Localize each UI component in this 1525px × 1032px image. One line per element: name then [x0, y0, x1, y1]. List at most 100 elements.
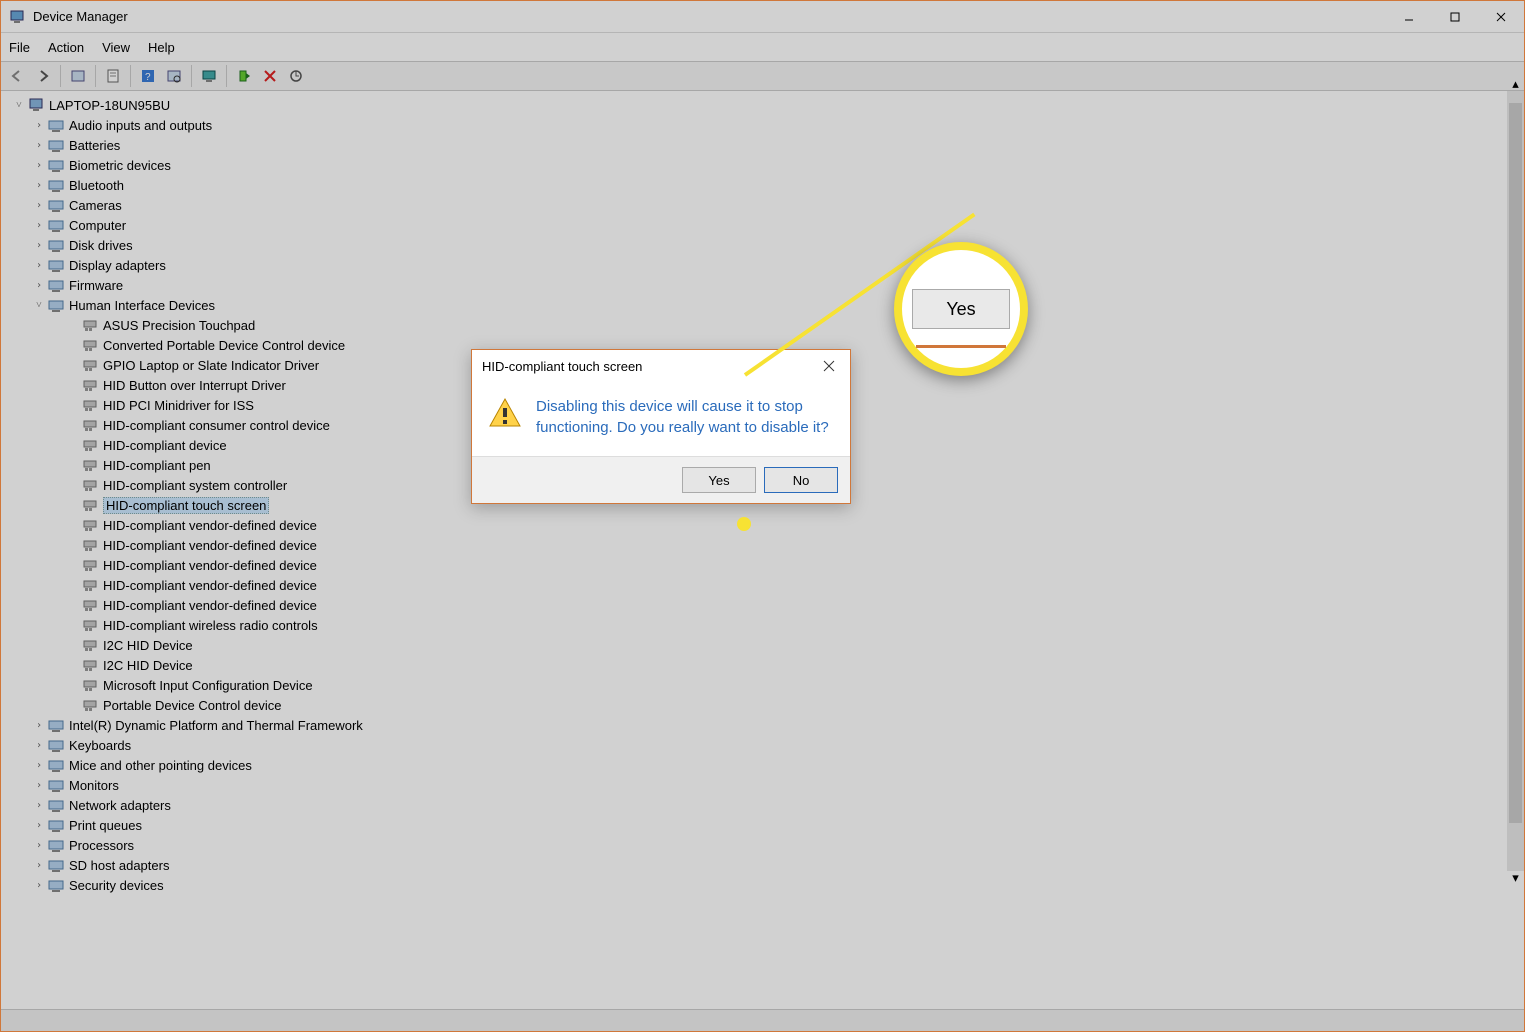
help-icon[interactable]: ?: [136, 64, 160, 88]
device-tree[interactable]: ˅LAPTOP-18UN95BU›Audio inputs and output…: [1, 91, 1524, 1007]
tree-category[interactable]: ›Bluetooth: [5, 175, 1524, 195]
device-icon: [81, 417, 99, 433]
tree-category-label: Processors: [69, 838, 134, 853]
yes-button[interactable]: Yes: [682, 467, 756, 493]
category-icon: [47, 857, 65, 873]
tree-device[interactable]: HID-compliant vendor-defined device: [5, 535, 1524, 555]
tree-device[interactable]: I2C HID Device: [5, 635, 1524, 655]
category-icon: [47, 257, 65, 273]
device-icon: [81, 657, 99, 673]
device-icon: [81, 677, 99, 693]
forward-arrow-icon[interactable]: [31, 64, 55, 88]
tree-device[interactable]: HID-compliant vendor-defined device: [5, 515, 1524, 535]
tree-category[interactable]: ›Computer: [5, 215, 1524, 235]
minimize-button[interactable]: [1386, 1, 1432, 33]
device-icon: [81, 617, 99, 633]
confirm-disable-dialog: HID-compliant touch screen Disabling thi…: [471, 349, 851, 504]
vertical-scrollbar[interactable]: ▴ ▾: [1507, 91, 1524, 871]
toolbar: ?: [1, 61, 1524, 91]
category-icon: [47, 817, 65, 833]
tree-device-label: HID-compliant system controller: [103, 478, 287, 493]
tree-category[interactable]: ›Audio inputs and outputs: [5, 115, 1524, 135]
enable-device-icon[interactable]: [232, 64, 256, 88]
tree-category[interactable]: ›Processors: [5, 835, 1524, 855]
category-icon: [47, 717, 65, 733]
tree-device[interactable]: Microsoft Input Configuration Device: [5, 675, 1524, 695]
tree-device[interactable]: ASUS Precision Touchpad: [5, 315, 1524, 335]
tree-category[interactable]: ›Network adapters: [5, 795, 1524, 815]
show-all-devices-icon[interactable]: [197, 64, 221, 88]
tree-device-label: HID-compliant vendor-defined device: [103, 578, 317, 593]
tree-device-label: HID-compliant wireless radio controls: [103, 618, 318, 633]
tree-category[interactable]: ›Disk drives: [5, 235, 1524, 255]
tree-device[interactable]: I2C HID Device: [5, 655, 1524, 675]
device-icon: [81, 457, 99, 473]
device-icon: [81, 317, 99, 333]
tree-category[interactable]: ›Biometric devices: [5, 155, 1524, 175]
tree-device[interactable]: HID-compliant wireless radio controls: [5, 615, 1524, 635]
no-button[interactable]: No: [764, 467, 838, 493]
menu-view[interactable]: View: [102, 40, 130, 55]
menu-help[interactable]: Help: [148, 40, 175, 55]
tree-device[interactable]: HID-compliant vendor-defined device: [5, 575, 1524, 595]
menu-action[interactable]: Action: [48, 40, 84, 55]
tree-category-label: Display adapters: [69, 258, 166, 273]
tree-device-label: HID-compliant pen: [103, 458, 211, 473]
scan-hardware-icon[interactable]: [162, 64, 186, 88]
menu-file[interactable]: File: [9, 40, 30, 55]
tree-category-label: Keyboards: [69, 738, 131, 753]
tree-category-label: Cameras: [69, 198, 122, 213]
tree-category-label: Bluetooth: [69, 178, 124, 193]
tree-root-label: LAPTOP-18UN95BU: [49, 98, 170, 113]
back-arrow-icon[interactable]: [5, 64, 29, 88]
tree-device-label: HID-compliant touch screen: [103, 497, 269, 514]
tree-category[interactable]: ›Mice and other pointing devices: [5, 755, 1524, 775]
show-hidden-devices-icon[interactable]: [66, 64, 90, 88]
device-icon: [81, 377, 99, 393]
tree-category[interactable]: ›Batteries: [5, 135, 1524, 155]
tree-category[interactable]: ›Display adapters: [5, 255, 1524, 275]
tree-root[interactable]: ˅LAPTOP-18UN95BU: [5, 95, 1524, 115]
tree-category[interactable]: ›Firmware: [5, 275, 1524, 295]
device-icon: [81, 697, 99, 713]
scrollbar-thumb[interactable]: [1509, 103, 1522, 823]
tree-category-label: Print queues: [69, 818, 142, 833]
tree-device-label: Microsoft Input Configuration Device: [103, 678, 313, 693]
tree-device-label: I2C HID Device: [103, 658, 193, 673]
maximize-button[interactable]: [1432, 1, 1478, 33]
tree-category[interactable]: ›Intel(R) Dynamic Platform and Thermal F…: [5, 715, 1524, 735]
tree-device[interactable]: Portable Device Control device: [5, 695, 1524, 715]
tree-device-label: HID-compliant vendor-defined device: [103, 518, 317, 533]
device-icon: [81, 397, 99, 413]
tree-category-label: Disk drives: [69, 238, 133, 253]
tree-device[interactable]: HID-compliant vendor-defined device: [5, 595, 1524, 615]
tree-category[interactable]: ˅Human Interface Devices: [5, 295, 1524, 315]
tree-category[interactable]: ›Print queues: [5, 815, 1524, 835]
tree-category[interactable]: ›Monitors: [5, 775, 1524, 795]
close-button[interactable]: [1478, 1, 1524, 33]
dialog-close-button[interactable]: [808, 350, 850, 382]
tree-category-label: Mice and other pointing devices: [69, 758, 252, 773]
scroll-up-icon[interactable]: ▴: [1507, 77, 1524, 91]
tree-device-label: GPIO Laptop or Slate Indicator Driver: [103, 358, 319, 373]
tree-category[interactable]: ›Security devices: [5, 875, 1524, 895]
tree-device-label: Converted Portable Device Control device: [103, 338, 345, 353]
tree-category[interactable]: ›SD host adapters: [5, 855, 1524, 875]
properties-icon[interactable]: [101, 64, 125, 88]
tree-category-label: Biometric devices: [69, 158, 171, 173]
category-icon: [47, 277, 65, 293]
tree-device[interactable]: HID-compliant vendor-defined device: [5, 555, 1524, 575]
device-icon: [81, 537, 99, 553]
update-driver-icon[interactable]: [284, 64, 308, 88]
dialog-title: HID-compliant touch screen: [472, 350, 850, 382]
device-icon: [81, 517, 99, 533]
category-icon: [47, 737, 65, 753]
statusbar: [1, 1009, 1524, 1031]
scroll-down-icon[interactable]: ▾: [1507, 871, 1524, 885]
tree-category-label: Firmware: [69, 278, 123, 293]
tree-category[interactable]: ›Cameras: [5, 195, 1524, 215]
disable-device-icon[interactable]: [258, 64, 282, 88]
tree-category-label: Audio inputs and outputs: [69, 118, 212, 133]
tree-category[interactable]: ›Keyboards: [5, 735, 1524, 755]
category-icon: [47, 197, 65, 213]
